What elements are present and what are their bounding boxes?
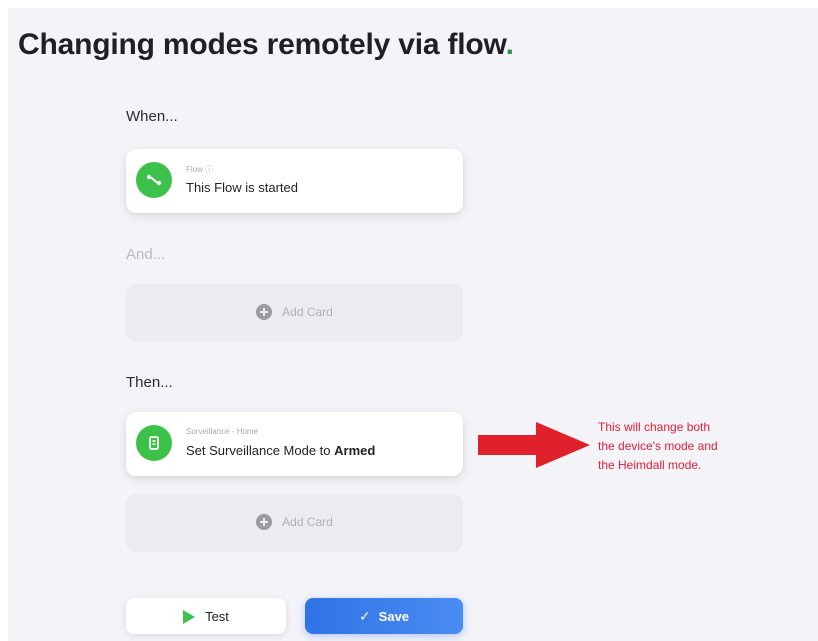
add-card-content: Add Card [126, 514, 463, 530]
save-button-label: Save [378, 609, 410, 625]
when-section-label: When... [126, 108, 178, 125]
add-circle-icon [256, 514, 273, 530]
page-title: Changing modes remotely via flow. [18, 28, 514, 62]
add-card-content: Add Card [126, 304, 463, 320]
add-card-label: Add Card [282, 305, 333, 319]
page-title-dot: . [505, 28, 514, 61]
test-button-label: Test [205, 609, 229, 625]
annotation-note: This will change both the device's mode … [598, 418, 798, 475]
test-button[interactable]: Test [126, 598, 286, 634]
then-section-label: Then... [126, 374, 173, 391]
and-section-label: And... [126, 246, 166, 263]
save-button[interactable]: ✓ Save [305, 598, 463, 634]
flow-icon [136, 162, 172, 198]
then-card-source: Surveillance - Home [186, 427, 259, 436]
when-card-title: This Flow is started [186, 180, 298, 195]
then-add-card-button[interactable]: Add Card [126, 494, 463, 552]
then-card-mode-value: Armed [334, 443, 376, 458]
red-arrow-icon [478, 422, 590, 468]
then-action-card[interactable]: Surveillance - Home Set Surveillance Mod… [126, 412, 463, 476]
add-circle-icon [256, 304, 273, 320]
save-button-content: ✓ Save [305, 608, 463, 625]
test-button-content: Test [126, 608, 286, 624]
page-title-text: Changing modes remotely via flow [18, 28, 506, 61]
annotation-line-1: This will change both [598, 420, 711, 434]
annotation-line-2: the device's mode and [598, 439, 718, 453]
when-card-source: Flow ⓘ [186, 165, 214, 174]
play-icon [183, 609, 196, 624]
then-card-title-prefix: Set Surveillance Mode to [186, 443, 335, 458]
annotation-line-3: the Heimdall mode. [598, 458, 702, 472]
check-icon: ✓ [358, 608, 371, 625]
add-card-label: Add Card [282, 515, 333, 529]
flow-editor-canvas: Changing modes remotely via flow. When..… [8, 8, 818, 641]
surveillance-icon [136, 425, 172, 461]
when-trigger-card[interactable]: Flow ⓘ This Flow is started [126, 149, 463, 213]
then-card-title: Set Surveillance Mode to Armed [186, 443, 375, 458]
and-add-card-button[interactable]: Add Card [126, 284, 463, 342]
